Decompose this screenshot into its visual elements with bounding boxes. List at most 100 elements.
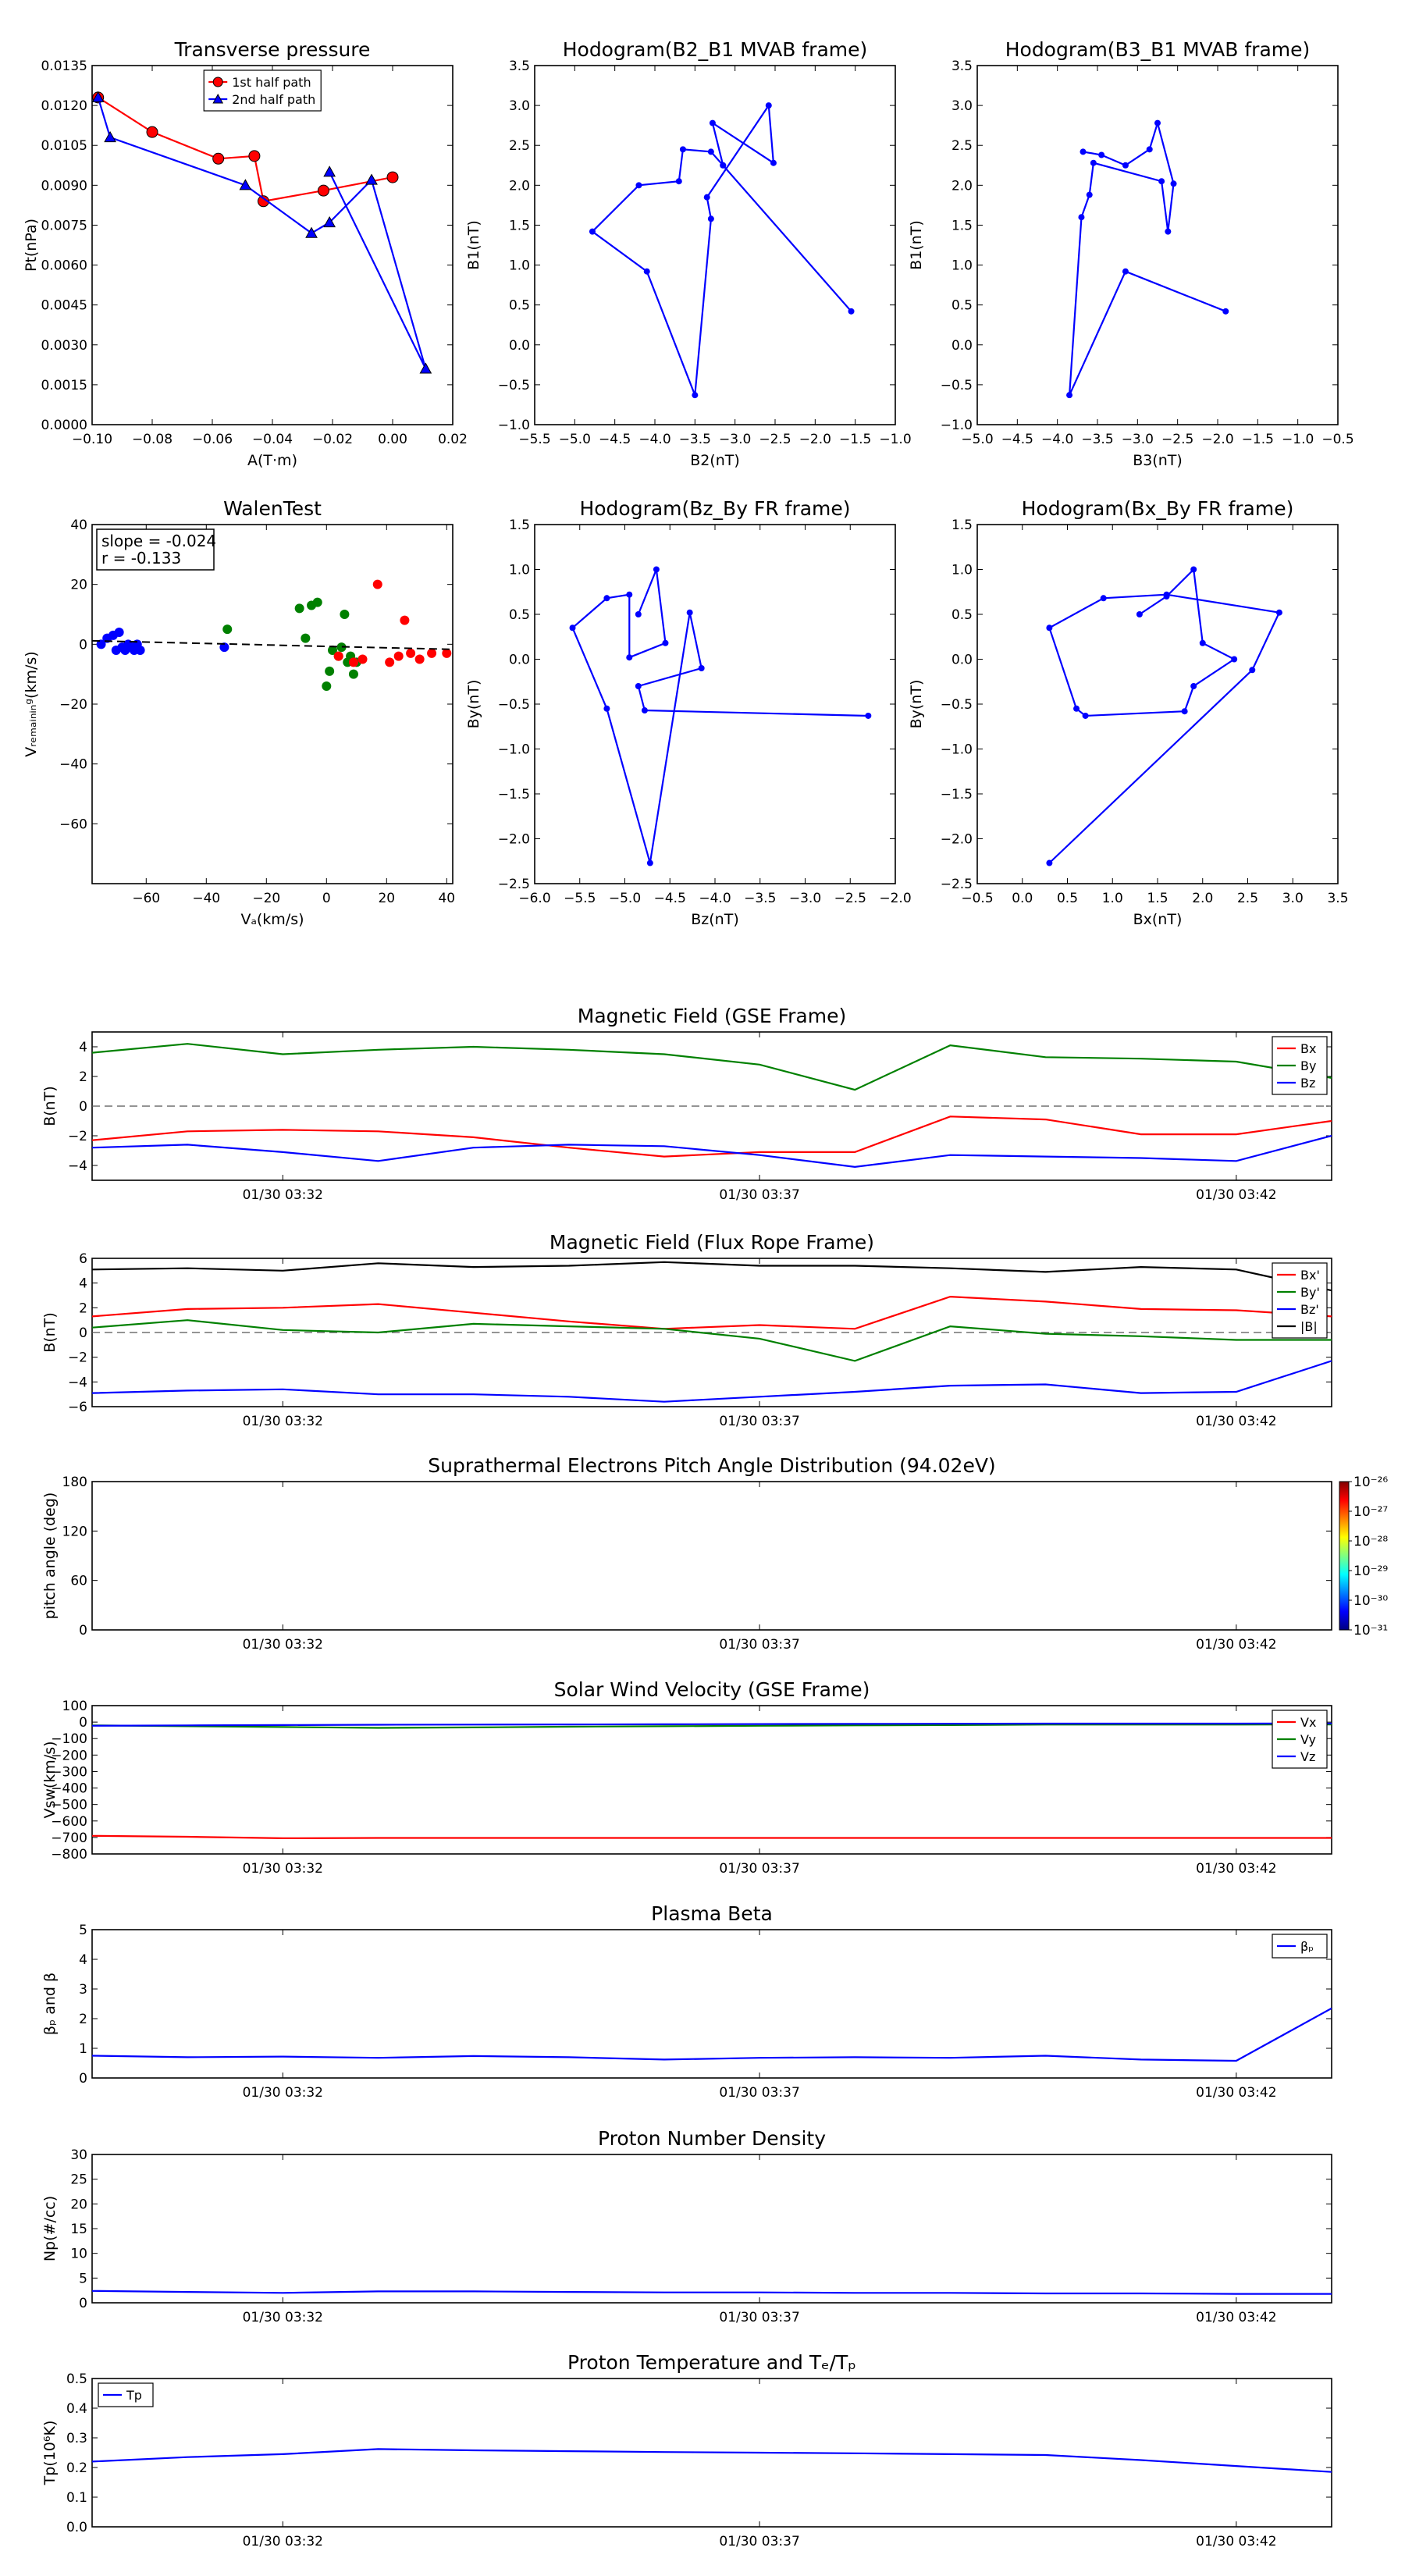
data-point: [1165, 228, 1172, 235]
y-tick-label: 0: [79, 637, 87, 653]
data-point: [626, 654, 633, 661]
data-point: [294, 603, 304, 614]
y-tick-label: 0.0045: [41, 298, 87, 314]
panel-tp: Transverse pressure 0.0000 0.0015 0.0030 0.0…: [23, 38, 468, 469]
data-point: [686, 609, 693, 616]
y-tick-label: −1.0: [941, 742, 973, 758]
x-tick-label: 1.0: [1102, 891, 1123, 906]
panel-bgse: Magnetic Field (GSE Frame) −4 −2 0 2 4 01/30 0…: [41, 1005, 1332, 1203]
y-axis-label: By(nT): [465, 680, 482, 729]
x-tick-label: 0.00: [378, 432, 407, 447]
x-tick-label: −3.0: [789, 891, 821, 906]
data-point: [222, 624, 233, 635]
y-tick-label: 0: [79, 1099, 87, 1115]
panel-pad: Suprathermal Electrons Pitch Angle Distr…: [41, 1454, 1388, 1653]
y-axis-label: Np(#/cc): [41, 2196, 59, 2261]
data-point: [1275, 609, 1282, 616]
plot-area: [92, 91, 432, 374]
series-line: [97, 97, 427, 369]
y-tick-label: −40: [59, 757, 87, 773]
x-tick-label: 01/30 03:32: [243, 1637, 323, 1653]
x-axis-label: A(T·m): [247, 452, 297, 469]
plot-frame: [91, 1929, 1332, 2079]
data-point: [212, 152, 225, 165]
data-point: [325, 666, 335, 676]
series-line: [92, 1043, 1332, 1091]
y-tick-label: 0.0: [66, 2520, 87, 2535]
y-tick-label: −0.5: [498, 697, 530, 713]
y-tick-label: −20: [59, 697, 87, 713]
y-tick-label: −1.5: [941, 787, 973, 802]
y-axis-label: B1(nT): [465, 220, 482, 270]
x-tick-label: −2.5: [1161, 432, 1193, 447]
y-tick-label: 20: [70, 2197, 87, 2212]
y-tick-label: −1.0: [941, 418, 973, 433]
y-tick-label: 1.5: [951, 518, 973, 533]
colorbar: [1339, 1481, 1350, 1631]
plot-area: [1046, 566, 1282, 866]
data-point: [385, 657, 395, 667]
chart-title: Hodogram(B2_B1 MVAB frame): [563, 38, 868, 61]
x-tick-label: −5.5: [564, 891, 596, 906]
x-tick-label: 01/30 03:42: [1196, 1637, 1276, 1653]
y-tick-label: −2.0: [941, 832, 973, 848]
y-tick-label: 2.0: [951, 178, 973, 194]
x-tick-label: 01/30 03:37: [719, 1637, 799, 1653]
data-point: [646, 859, 653, 866]
y-tick-label: 1: [79, 2041, 87, 2057]
plot-frame: [976, 524, 1339, 884]
x-tick-label: 0.0: [1012, 891, 1033, 906]
data-point: [569, 624, 576, 632]
y-tick-label: 6: [79, 1251, 87, 1267]
y-axis-label: Tp(10⁶K): [41, 2421, 59, 2486]
y-tick-label: −2.5: [498, 877, 530, 892]
x-tick-label: −2.0: [1201, 432, 1233, 447]
x-tick-label: −60: [132, 891, 160, 906]
series-line: [92, 1834, 1332, 1839]
plot-frame: [976, 65, 1339, 425]
series-line: [92, 2448, 1332, 2473]
x-tick-label: −3.5: [679, 432, 711, 447]
x-tick-label: 01/30 03:42: [1196, 2310, 1276, 2325]
data-point: [603, 595, 610, 602]
y-tick-label: 40: [70, 518, 87, 533]
y-tick-label: 0: [79, 2071, 87, 2087]
legend-label: 1st half path: [232, 75, 311, 90]
y-tick-label: −1.5: [498, 787, 530, 802]
plot-frame: [91, 65, 454, 425]
y-tick-label: 0.0030: [41, 338, 87, 354]
x-tick-label: −5.0: [609, 891, 641, 906]
y-tick-label: 5: [79, 2271, 87, 2286]
x-tick-label: 01/30 03:37: [719, 1187, 799, 1203]
panel-vsw: Solar Wind Velocity (GSE Frame)1000−100−…: [41, 1678, 1332, 1877]
x-tick-label: −2.0: [879, 891, 911, 906]
x-tick-label: 01/30 03:42: [1196, 1414, 1276, 1429]
data-point: [1222, 308, 1229, 315]
data-point: [323, 165, 336, 177]
plot-frame: [91, 524, 454, 884]
chart-title: Suprathermal Electrons Pitch Angle Distr…: [428, 1454, 995, 1477]
colorbar-tick-label: 10⁻²⁸: [1353, 1534, 1388, 1550]
x-axis-label: Bz(nT): [691, 911, 738, 928]
x-tick-label: 1.5: [1147, 891, 1168, 906]
panel-hodo1: Hodogram(B2_B1 MVAB frame) −1.0 −0.5 0.0 0.5…: [465, 38, 912, 469]
x-tick-label: −20: [252, 891, 280, 906]
y-tick-label: −2: [68, 1350, 87, 1366]
legend-label: Tp: [126, 2388, 142, 2403]
data-point: [1073, 705, 1080, 712]
x-tick-label: 20: [378, 891, 395, 906]
panel-walen: WalenTest −60 −40 −20 0 20 40 −60 −40 −20 0 20 40 Vₐ(…: [23, 497, 455, 928]
data-point: [146, 126, 158, 138]
data-point: [322, 681, 332, 691]
panel-temp: Proton Temperature and Tₑ/Tₚ 0.0 0.1 0.2 0.3…: [41, 2351, 1332, 2549]
y-tick-label: 0.2: [66, 2460, 87, 2476]
data-point: [1190, 566, 1197, 573]
data-point: [1086, 191, 1093, 198]
data-point: [626, 591, 633, 598]
data-point: [1046, 624, 1053, 632]
x-tick-label: 01/30 03:32: [243, 1414, 323, 1429]
x-tick-label: −4.5: [654, 891, 686, 906]
y-tick-label: 30: [70, 2147, 87, 2163]
chart-title: Proton Number Density: [598, 2127, 826, 2150]
data-point: [848, 308, 855, 315]
